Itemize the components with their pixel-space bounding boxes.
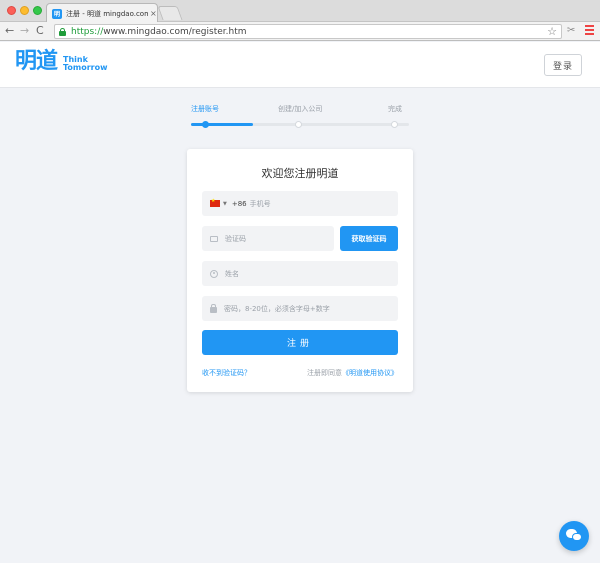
no-code-link[interactable]: 收不到验证码？ bbox=[202, 368, 251, 378]
step-indicator: 注册账号 创建/加入公司 完成 bbox=[191, 104, 409, 128]
step-label-register: 注册账号 bbox=[191, 105, 219, 113]
address-bar[interactable]: https:// www.mingdao.com/register.htm ☆ bbox=[54, 24, 562, 39]
favicon-icon: 明 bbox=[52, 8, 62, 19]
agreement-text: 注册即同意《明道使用协议》 bbox=[307, 368, 398, 378]
verification-code-field[interactable]: 验证码 bbox=[202, 226, 334, 251]
browser-tab[interactable]: 明 注册 - 明道 mingdao.com × bbox=[46, 3, 158, 23]
country-code: +86 bbox=[231, 199, 247, 208]
login-button[interactable]: 登录 bbox=[544, 54, 582, 76]
china-flag-icon[interactable] bbox=[210, 198, 220, 207]
chevron-down-icon[interactable]: ▼ bbox=[223, 201, 227, 207]
minimize-window-button[interactable] bbox=[20, 6, 29, 15]
browser-menu-icon[interactable] bbox=[585, 24, 594, 36]
step-dot-done bbox=[391, 121, 398, 128]
lock-icon bbox=[59, 27, 66, 36]
extension-icon[interactable]: ✂ bbox=[567, 25, 575, 36]
close-window-button[interactable] bbox=[7, 6, 16, 15]
user-icon bbox=[210, 269, 218, 278]
phone-field[interactable]: ▼ +86 手机号 bbox=[202, 191, 398, 216]
register-button[interactable]: 注册 bbox=[202, 330, 398, 355]
logo-tagline-line2: Tomorrow bbox=[63, 63, 108, 72]
password-field[interactable]: 密码，8-20位，必须含字母+数字 bbox=[202, 296, 398, 321]
chat-bubble-icon-secondary bbox=[572, 533, 582, 541]
step-dot-register bbox=[202, 121, 209, 128]
chat-button[interactable] bbox=[559, 521, 589, 551]
new-tab-button[interactable] bbox=[157, 6, 183, 20]
step-progress bbox=[191, 123, 253, 126]
agreement-link[interactable]: 《明道使用协议》 bbox=[342, 369, 398, 377]
agreement-prefix: 注册即同意 bbox=[307, 369, 342, 377]
lock-icon bbox=[210, 303, 217, 313]
step-label-company: 创建/加入公司 bbox=[278, 105, 323, 113]
forward-arrow-icon[interactable]: → bbox=[20, 24, 29, 38]
tab-title: 注册 - 明道 mingdao.com bbox=[66, 9, 148, 18]
reload-icon[interactable]: C bbox=[36, 24, 44, 38]
step-dot-company bbox=[295, 121, 302, 128]
browser-tab-bar: 明 注册 - 明道 mingdao.com × bbox=[0, 0, 600, 23]
logo-tagline: Think Tomorrow bbox=[63, 56, 108, 74]
message-icon bbox=[210, 235, 218, 242]
site-header: 明道 Think Tomorrow 登录 bbox=[0, 42, 600, 88]
tab-close-icon[interactable]: × bbox=[150, 9, 157, 18]
get-code-button[interactable]: 获取验证码 bbox=[340, 226, 398, 251]
name-field[interactable]: 姓名 bbox=[202, 261, 398, 286]
browser-toolbar: ← → C https:// www.mingdao.com/register.… bbox=[0, 22, 600, 41]
zoom-window-button[interactable] bbox=[33, 6, 42, 15]
logo-text: 明道 bbox=[15, 49, 58, 74]
url-scheme: https:// bbox=[71, 26, 104, 37]
back-arrow-icon[interactable]: ← bbox=[5, 24, 14, 38]
register-card: 欢迎您注册明道 ▼ +86 手机号 验证码 获取验证码 姓名 密码，8-20位，… bbox=[187, 149, 413, 392]
name-placeholder: 姓名 bbox=[225, 269, 239, 278]
mingdao-logo[interactable]: 明道 Think Tomorrow bbox=[15, 50, 108, 74]
step-label-done: 完成 bbox=[388, 105, 402, 113]
phone-placeholder: 手机号 bbox=[249, 199, 271, 208]
url-path: www.mingdao.com/register.htm bbox=[103, 26, 247, 37]
bookmark-star-icon[interactable]: ☆ bbox=[547, 25, 557, 38]
code-placeholder: 验证码 bbox=[225, 234, 246, 243]
password-placeholder: 密码，8-20位，必须含字母+数字 bbox=[224, 304, 330, 313]
form-title: 欢迎您注册明道 bbox=[261, 167, 339, 180]
